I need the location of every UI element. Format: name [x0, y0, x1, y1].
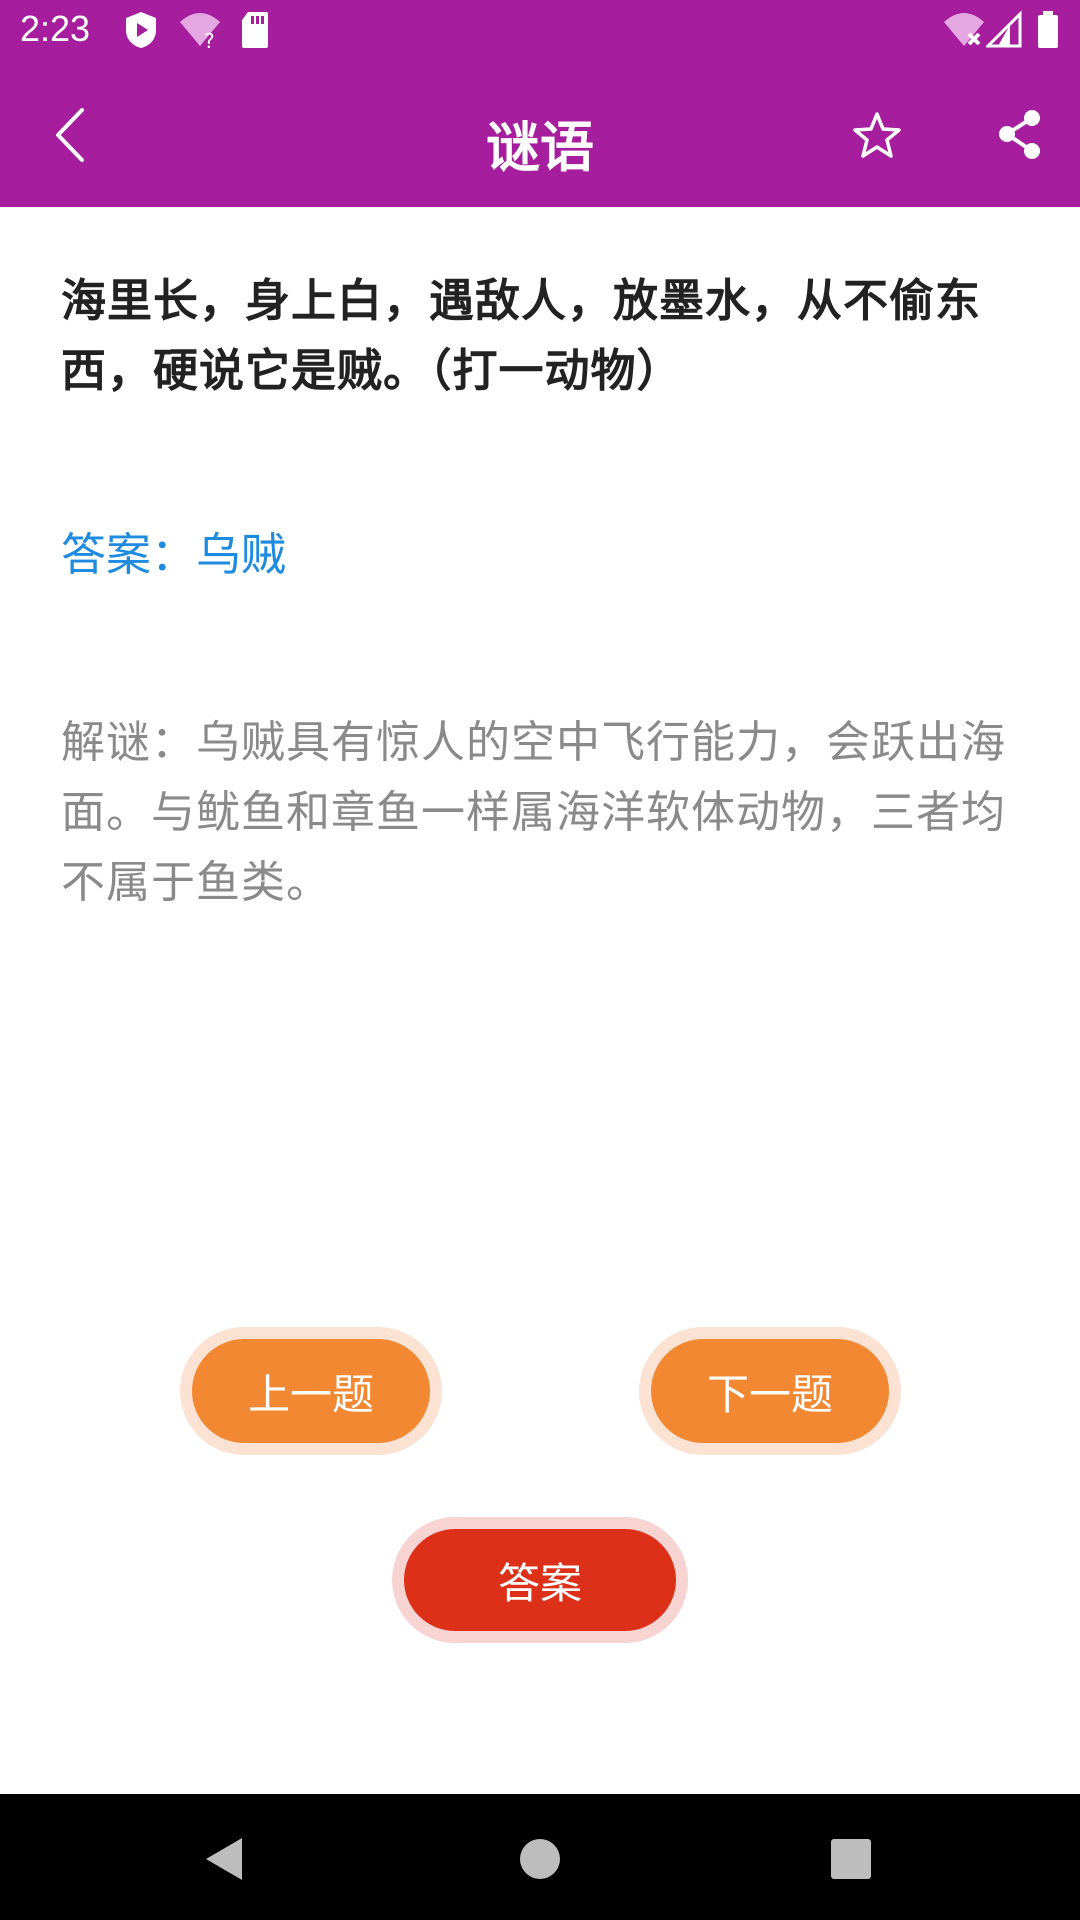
riddle-explanation: 解谜：乌贼具有惊人的空中飞行能力，会跃出海面。与鱿鱼和章鱼一样属海洋软体动物，三… [61, 717, 1006, 908]
triangle-back-icon [206, 1838, 242, 1880]
nav-back-button[interactable] [200, 1834, 250, 1884]
svg-text:?: ? [204, 29, 215, 50]
play-protect-icon [124, 10, 158, 54]
star-outline-icon [853, 112, 901, 158]
app-bar: 谜语 [0, 63, 1080, 207]
system-nav-bar [0, 1794, 1080, 1920]
favorite-button[interactable] [842, 100, 912, 170]
sd-card-icon [240, 10, 270, 54]
square-recents-icon [831, 1839, 871, 1879]
share-button[interactable] [985, 100, 1055, 170]
next-question-button[interactable]: 下一题 [651, 1339, 889, 1443]
circle-home-icon [520, 1839, 560, 1879]
share-icon [999, 110, 1040, 159]
battery-icon [1036, 10, 1060, 54]
signal-icon [984, 10, 1022, 54]
riddle-question: 海里长，身上白，遇敌人，放墨水，从不偷东西，硬说它是贼。（打一动物） [61, 274, 982, 397]
wifi-off-icon [942, 10, 986, 54]
page-title: 谜语 [486, 116, 594, 179]
wifi-question-icon: ? [178, 10, 222, 54]
status-time: 2:23 [20, 8, 91, 49]
nav-home-button[interactable] [515, 1834, 565, 1884]
prev-question-button[interactable]: 上一题 [192, 1339, 430, 1443]
status-bar: 2:23 ? [0, 0, 1080, 63]
nav-recents-button[interactable] [826, 1834, 876, 1884]
riddle-answer: 答案：乌贼 [61, 528, 287, 581]
show-answer-button[interactable]: 答案 [404, 1529, 676, 1631]
